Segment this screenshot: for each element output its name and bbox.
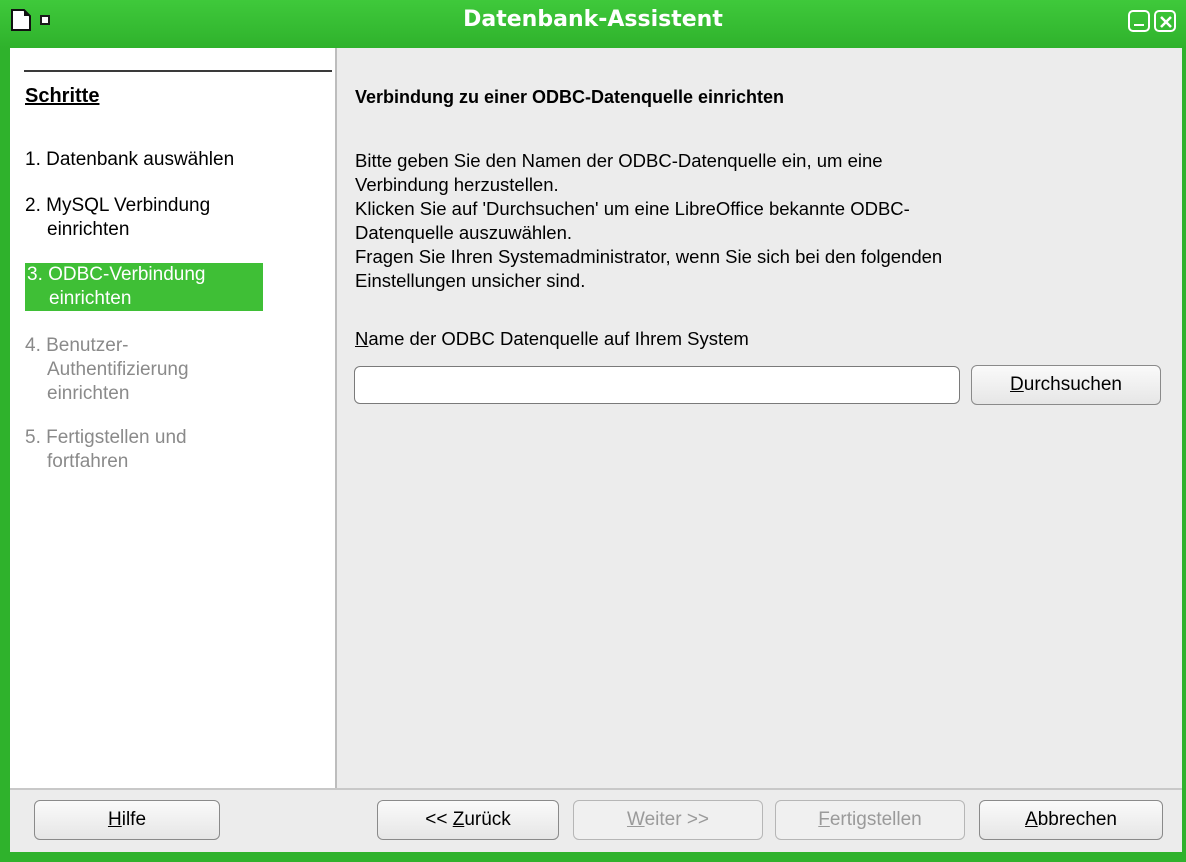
step-label-cont: fortfahren: [47, 451, 129, 472]
step-label-cont: einrichten: [49, 288, 132, 309]
description-line: Einstellungen unsicher sind.: [355, 270, 586, 291]
browse-mnemonic: D: [1010, 374, 1024, 395]
step-label: 5. Fertigstellen und: [25, 427, 187, 448]
step-label-cont: einrichten: [47, 219, 130, 240]
step-5-finish: 5. Fertigstellen und fortfahren: [25, 426, 187, 474]
description-line: Klicken Sie auf 'Durchsuchen' um eine Li…: [355, 198, 910, 219]
step-2-mysql-connection[interactable]: 2. MySQL Verbindung einrichten: [25, 194, 210, 242]
cancel-mnemonic: A: [1025, 809, 1038, 830]
title-bar[interactable]: Datenbank-Assistent: [0, 0, 1186, 48]
step-label: 4. Benutzer-: [25, 335, 129, 356]
description-line: Verbindung herzustellen.: [355, 174, 559, 195]
cancel-button[interactable]: Abbrechen: [979, 800, 1163, 840]
window-frame-bottom: [0, 852, 1186, 862]
help-mnemonic: H: [107, 809, 122, 830]
step-label-cont: einrichten: [47, 383, 130, 404]
window-title: Datenbank-Assistent: [463, 7, 723, 32]
back-label: urück: [464, 809, 511, 830]
description-line: Datenquelle auszuwählen.: [355, 222, 573, 243]
help-label: ilfe: [121, 809, 147, 830]
cancel-label: bbrechen: [1037, 809, 1117, 830]
steps-sidebar: Schritte 1. Datenbank auswählen 2. MySQL…: [10, 48, 335, 788]
steps-title: Schritte: [25, 85, 100, 107]
finish-button[interactable]: Fertigstellen: [775, 800, 965, 840]
back-prefix: <<: [425, 809, 453, 830]
finish-mnemonic: F: [818, 809, 830, 830]
page-title: Verbindung zu einer ODBC-Datenquelle ein…: [355, 87, 785, 107]
back-mnemonic: Z: [452, 809, 465, 830]
minimize-icon[interactable]: [1128, 10, 1150, 32]
wizard-window: Datenbank-Assistent Schritte 1. Datenban…: [0, 0, 1186, 862]
step-label: 2. MySQL Verbindung: [25, 195, 211, 216]
step-3-odbc-connection[interactable]: 3. ODBC-Verbindung einrichten: [25, 263, 263, 311]
main-panel: Verbindung zu einer ODBC-Datenquelle ein…: [337, 48, 1182, 788]
description-text: Bitte geben Sie den Namen der ODBC-Daten…: [355, 149, 1175, 293]
datasource-name-input[interactable]: [354, 366, 960, 404]
label-mnemonic: N: [355, 328, 369, 349]
step-label-cont: Authentifizierung: [47, 359, 189, 380]
window-frame-left: [0, 48, 10, 862]
finish-label: ertigstellen: [829, 809, 922, 830]
browse-button[interactable]: Durchsuchen: [971, 365, 1161, 405]
description-line: Bitte geben Sie den Namen der ODBC-Daten…: [355, 150, 883, 171]
window-frame-right: [1182, 48, 1186, 862]
next-label: eiter >>: [644, 809, 710, 830]
button-bar: Hilfe << Zurück Weiter >> Fertigstellen …: [10, 790, 1182, 852]
description-line: Fragen Sie Ihren Systemadministrator, we…: [355, 246, 943, 267]
help-button[interactable]: Hilfe: [34, 800, 220, 840]
sidebar-divider: [24, 70, 332, 72]
wizard-content: Schritte 1. Datenbank auswählen 2. MySQL…: [10, 48, 1182, 852]
next-mnemonic: W: [626, 809, 645, 830]
step-label: 3. ODBC-Verbindung: [27, 264, 206, 285]
back-button[interactable]: << Zurück: [377, 800, 559, 840]
step-1-select-database[interactable]: 1. Datenbank auswählen: [25, 148, 234, 172]
browse-label: urchsuchen: [1023, 374, 1122, 395]
label-text: ame der ODBC Datenquelle auf Ihrem Syste…: [368, 328, 749, 349]
step-label: 1. Datenbank auswählen: [25, 149, 235, 170]
datasource-name-label: Name der ODBC Datenquelle auf Ihrem Syst…: [355, 328, 749, 350]
next-button[interactable]: Weiter >>: [573, 800, 763, 840]
close-icon[interactable]: [1154, 10, 1176, 32]
step-4-user-authentication: 4. Benutzer- Authentifizierung einrichte…: [25, 334, 189, 406]
